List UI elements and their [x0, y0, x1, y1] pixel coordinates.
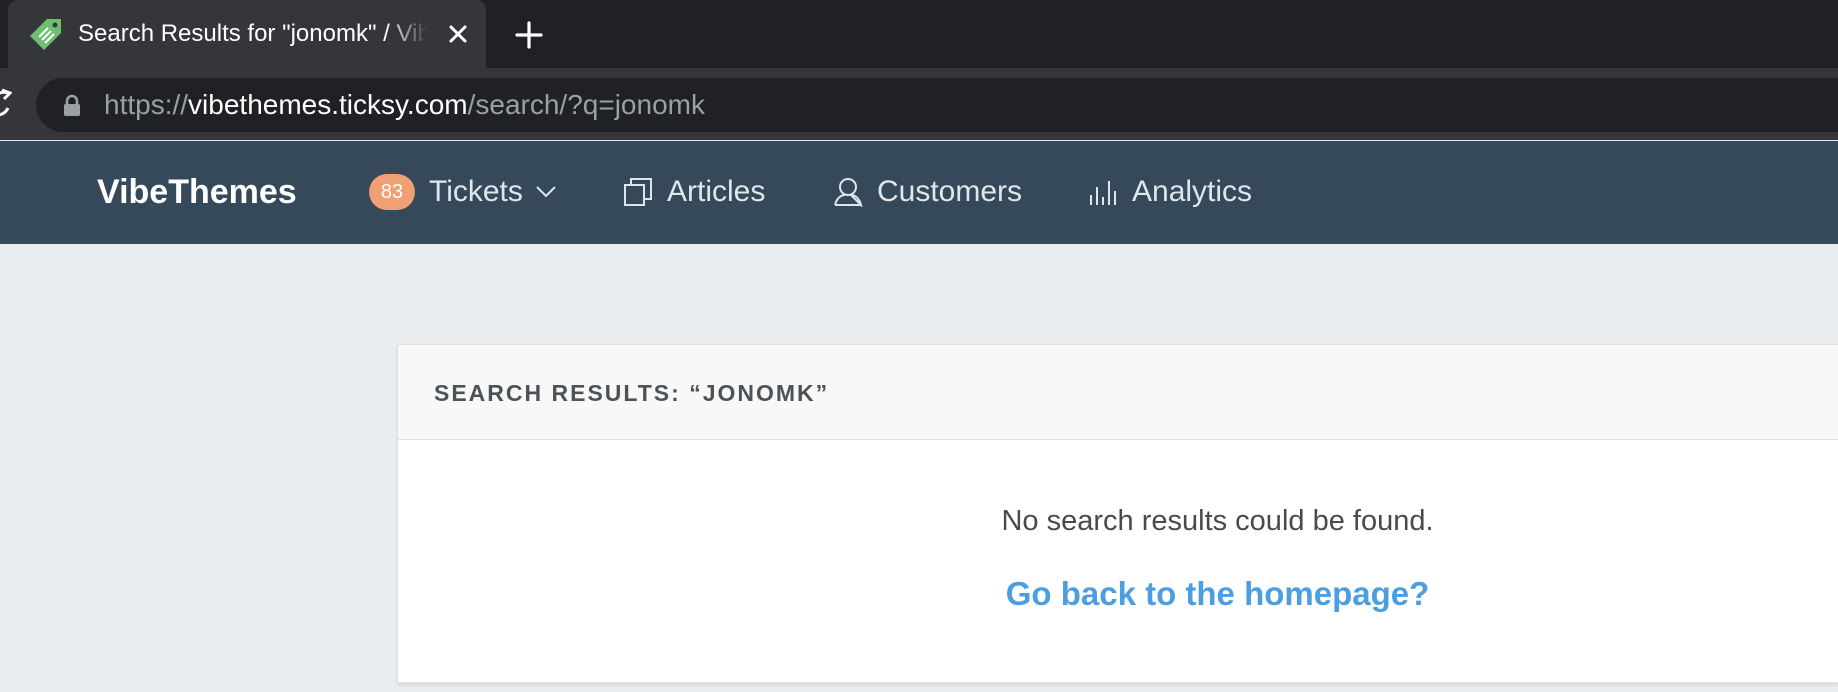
search-results-title: SEARCH RESULTS: “JONOMK” — [434, 380, 830, 406]
customer-user-icon — [834, 178, 863, 207]
tab-close-icon[interactable] — [444, 20, 472, 48]
address-bar[interactable]: https://vibethemes.ticksy.com/search/?q=… — [36, 78, 1838, 132]
chevron-down-icon — [536, 186, 556, 198]
nav-tickets-label: Tickets — [429, 175, 523, 208]
tickets-count-badge: 83 — [369, 174, 415, 210]
app-header: VibeThemes 83 Tickets Articles Customers… — [0, 141, 1838, 244]
browser-toolbar: https://vibethemes.ticksy.com/search/?q=… — [0, 68, 1838, 140]
card-header: SEARCH RESULTS: “JONOMK” — [398, 345, 1838, 440]
lock-icon[interactable] — [62, 94, 82, 118]
articles-icon — [624, 178, 652, 206]
nav-analytics[interactable]: Analytics — [1088, 171, 1252, 213]
tab-title: Search Results for "jonomk" / VibeThemes — [78, 20, 428, 47]
search-results-card: SEARCH RESULTS: “JONOMK” No search resul… — [397, 344, 1838, 683]
nav-customers[interactable]: Customers — [833, 171, 1022, 213]
new-tab-plus-icon[interactable] — [512, 18, 546, 52]
url-text: https://vibethemes.ticksy.com/search/?q=… — [104, 89, 705, 121]
nav-tickets[interactable]: 83 Tickets — [369, 171, 557, 213]
browser-tab-strip: Search Results for "jonomk" / VibeThemes — [0, 0, 1838, 68]
url-host: vibethemes.ticksy.com — [188, 89, 468, 120]
homepage-link[interactable]: Go back to the homepage? — [398, 575, 1838, 613]
empty-results-message: No search results could be found. — [1001, 505, 1434, 537]
nav-analytics-label: Analytics — [1132, 175, 1253, 208]
nav-customers-label: Customers — [877, 175, 1023, 208]
nav-articles-label: Articles — [667, 175, 766, 208]
reload-icon[interactable] — [0, 88, 12, 118]
browser-tab[interactable]: Search Results for "jonomk" / VibeThemes — [8, 0, 486, 68]
analytics-bar-chart-icon — [1090, 181, 1116, 205]
ticksy-favicon-icon — [30, 19, 61, 50]
url-path: /search/?q=jonomk — [467, 89, 705, 120]
nav-articles[interactable]: Articles — [623, 171, 765, 213]
brand-logo[interactable]: VibeThemes — [97, 172, 297, 212]
url-scheme: https:// — [104, 89, 189, 120]
